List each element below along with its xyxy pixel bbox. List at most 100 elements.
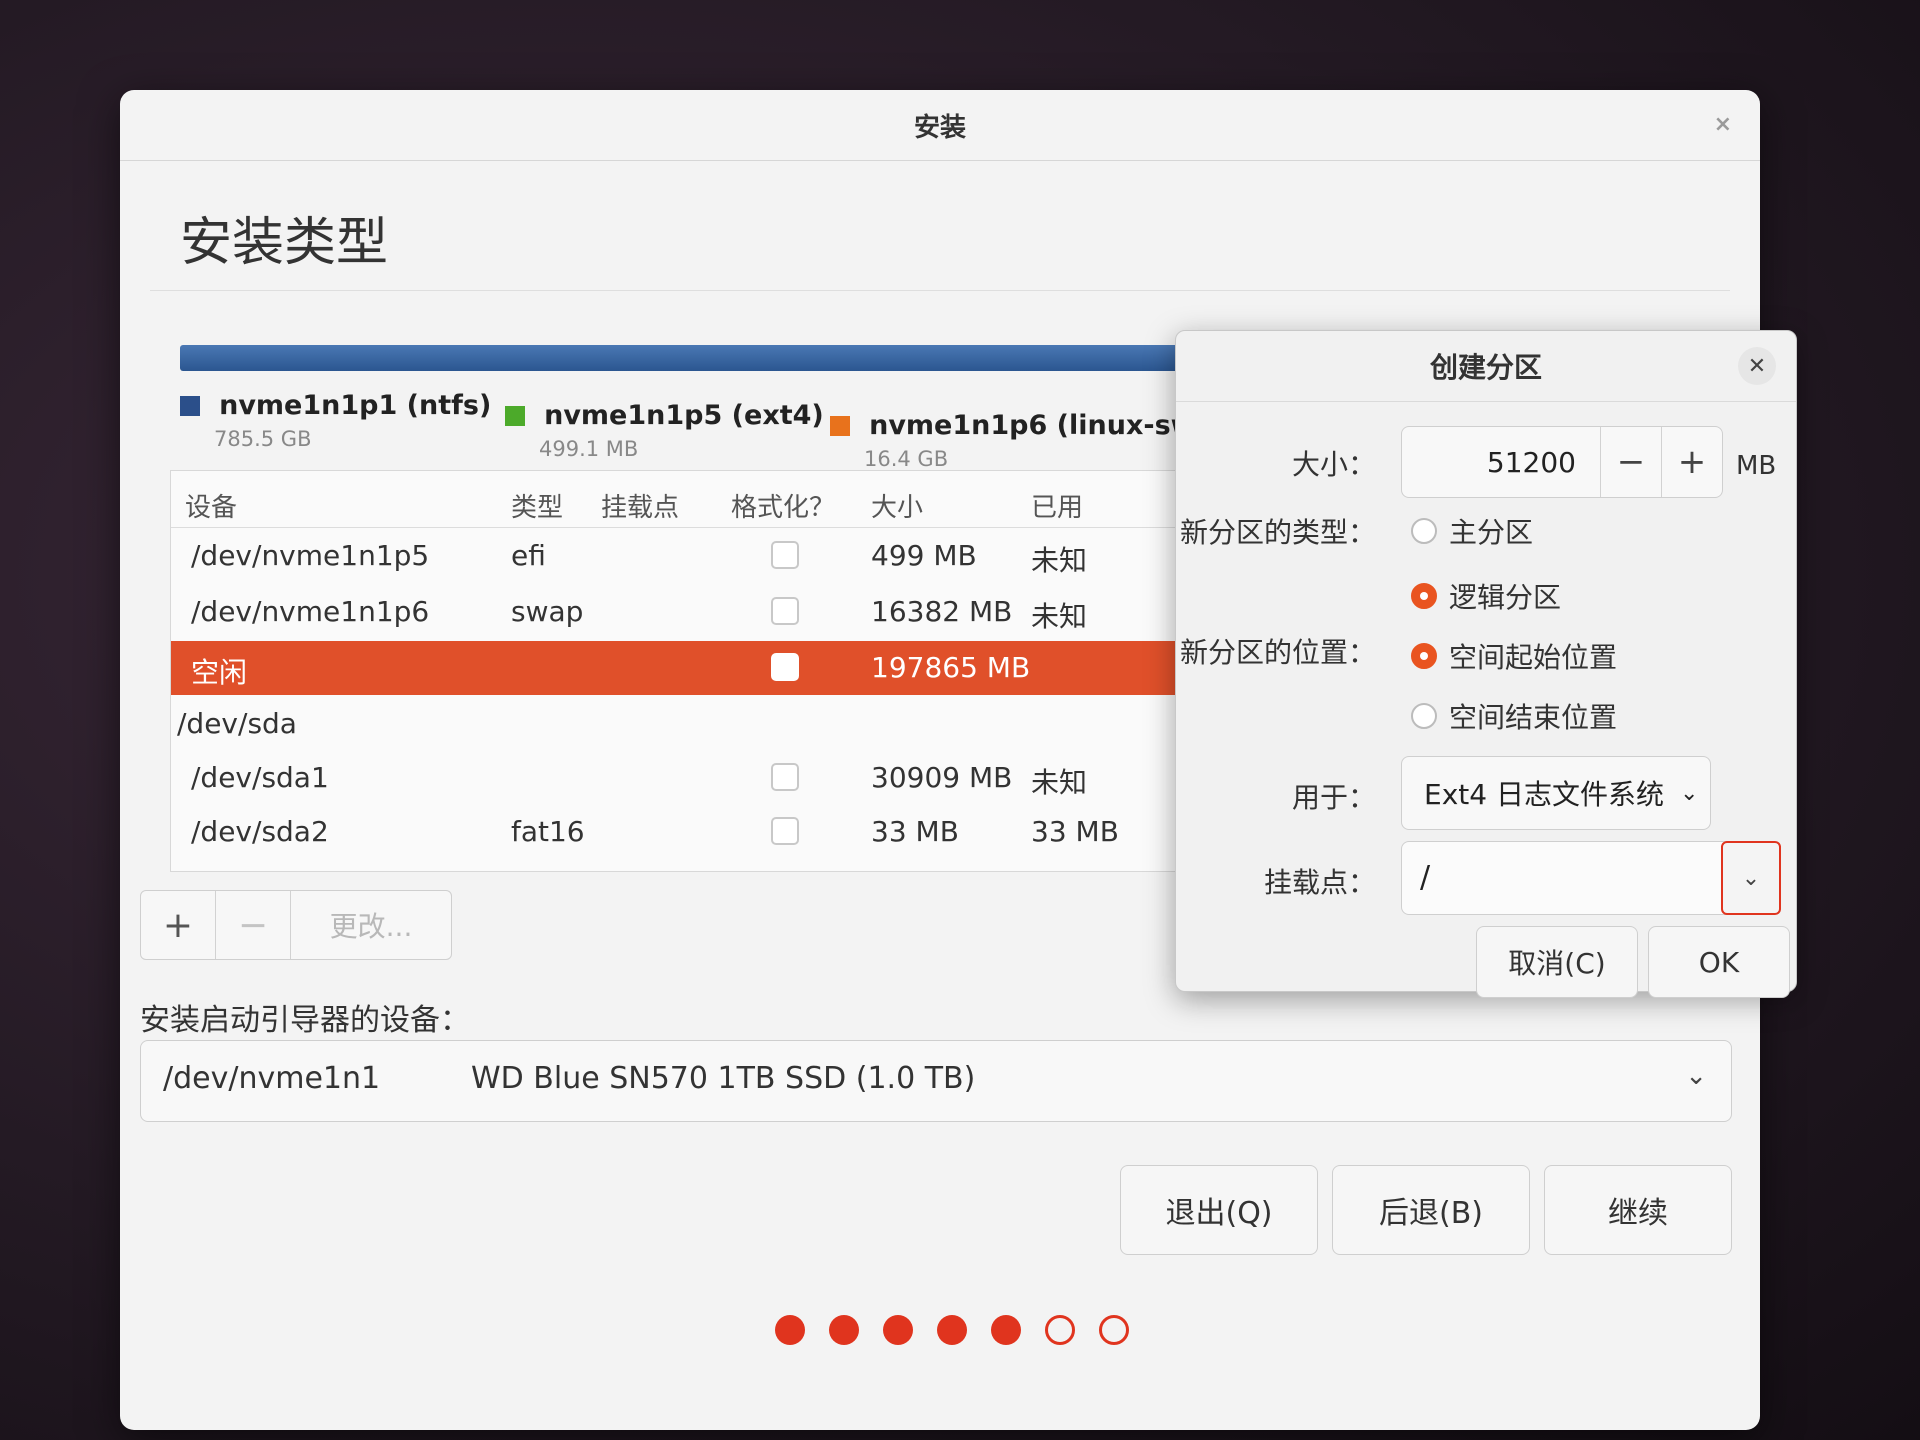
row-size: 33 MB: [871, 815, 959, 848]
bootloader-label: 安装启动引导器的设备：: [140, 1003, 470, 1038]
col-format[interactable]: 格式化？: [731, 487, 835, 524]
window-title: 安装: [913, 112, 966, 143]
use-as-select[interactable]: Ext4 日志文件系统 ⌄: [1401, 756, 1711, 830]
radio-label: 空间结束位置: [1449, 701, 1618, 734]
radio-logical[interactable]: 逻辑分区: [1411, 576, 1561, 616]
continue-button[interactable]: 继续: [1544, 1165, 1732, 1255]
row-used: 未知: [1031, 600, 1088, 633]
progress-dot-complete: [829, 1315, 859, 1345]
format-checkbox[interactable]: [771, 597, 799, 625]
radio-label: 空间起始位置: [1449, 641, 1618, 674]
decrement-button[interactable]: −: [1600, 427, 1661, 497]
row-size: 197865 MB: [871, 651, 1031, 684]
mount-point-combo: / ⌄: [1401, 841, 1781, 915]
size-input[interactable]: 51200: [1402, 427, 1600, 497]
legend-size: 785.5 GB: [214, 427, 312, 451]
row-type: fat16: [511, 815, 585, 848]
legend-item-swap: nvme1n1p6 (linux-swap 16.4 GB: [830, 410, 1233, 471]
chevron-down-icon: ⌄: [1685, 1061, 1707, 1091]
radio-icon: [1411, 703, 1437, 729]
col-mount[interactable]: 挂载点: [601, 487, 679, 524]
format-checkbox[interactable]: [771, 817, 799, 845]
bootloader-description: WD Blue SN570 1TB SSD (1.0 TB): [471, 1061, 976, 1096]
radio-label: 逻辑分区: [1449, 581, 1562, 614]
cancel-button[interactable]: 取消(C): [1476, 926, 1638, 998]
chevron-down-icon: ⌄: [1679, 780, 1699, 806]
divider: [150, 290, 1730, 291]
increment-button[interactable]: +: [1661, 427, 1722, 497]
legend-swatch: [830, 415, 850, 436]
remove-partition-button[interactable]: −: [216, 891, 291, 959]
row-size: 16382 MB: [871, 595, 1013, 628]
type-label: 新分区的类型：: [1179, 516, 1376, 549]
table-row[interactable]: /dev/nvme1n1p6 swap 16382 MB 未知: [171, 585, 1271, 639]
radio-icon: [1411, 583, 1437, 609]
dialog-titlebar: 创建分区 ✕: [1176, 331, 1796, 402]
row-device: /dev/sda2: [191, 815, 329, 848]
close-icon[interactable]: ×: [1714, 112, 1732, 137]
back-button[interactable]: 后退(B): [1332, 1165, 1530, 1255]
row-device: /dev/nvme1n1p6: [191, 595, 430, 628]
legend-name: nvme1n1p1 (ntfs): [219, 390, 492, 421]
partition-toolbar: + − 更改...: [140, 890, 452, 960]
legend-swatch: [180, 395, 200, 416]
change-partition-button[interactable]: 更改...: [291, 891, 451, 959]
table-row-selected[interactable]: 空闲 197865 MB: [171, 641, 1271, 695]
bootloader-select[interactable]: /dev/nvme1n1 WD Blue SN570 1TB SSD (1.0 …: [140, 1040, 1732, 1122]
row-size: 30909 MB: [871, 761, 1013, 794]
row-device: 空闲: [191, 656, 248, 689]
progress-dot-pending: [1099, 1315, 1129, 1345]
col-device[interactable]: 设备: [185, 487, 237, 524]
progress-dot-complete: [775, 1315, 805, 1345]
row-device: /dev/nvme1n1p5: [191, 539, 430, 572]
format-checkbox[interactable]: [771, 653, 799, 681]
chevron-down-icon[interactable]: ⌄: [1721, 841, 1781, 915]
partition-table: 设备 类型 挂载点 格式化？ 大小 已用 /dev/nvme1n1p5 efi …: [170, 470, 1272, 872]
format-checkbox[interactable]: [771, 541, 799, 569]
bootloader-device: /dev/nvme1n1: [163, 1061, 381, 1096]
row-type: efi: [511, 539, 546, 572]
mount-point-label: 挂载点：: [1263, 866, 1376, 899]
col-type[interactable]: 类型: [511, 487, 563, 524]
quit-button[interactable]: 退出(Q): [1120, 1165, 1318, 1255]
legend-item-ntfs: nvme1n1p1 (ntfs) 785.5 GB: [180, 390, 491, 451]
progress-dot-complete: [937, 1315, 967, 1345]
table-row[interactable]: /dev/sda2 fat16 33 MB 33 MB: [171, 805, 1271, 859]
ok-button[interactable]: OK: [1648, 926, 1790, 998]
use-as-value: Ext4 日志文件系统: [1424, 778, 1664, 811]
row-type: swap: [511, 595, 584, 628]
radio-location-end[interactable]: 空间结束位置: [1411, 696, 1617, 736]
table-row[interactable]: /dev/sda1 30909 MB 未知: [171, 751, 1271, 805]
progress-dot-complete: [991, 1315, 1021, 1345]
location-label: 新分区的位置：: [1179, 636, 1376, 669]
legend-name: nvme1n1p5 (ext4): [544, 400, 824, 431]
table-row[interactable]: /dev/nvme1n1p5 efi 499 MB 未知: [171, 529, 1271, 583]
radio-location-begin[interactable]: 空间起始位置: [1411, 636, 1617, 676]
create-partition-dialog: 创建分区 ✕ 大小： 51200 − + MB 新分区的类型： 主分区 逻辑分区…: [1175, 330, 1797, 998]
close-icon[interactable]: ✕: [1738, 347, 1776, 385]
legend-swatch: [505, 405, 525, 426]
row-device: /dev/sda: [177, 707, 297, 740]
titlebar: 安装 ×: [120, 90, 1760, 161]
col-used[interactable]: 已用: [1031, 487, 1083, 524]
size-unit: MB: [1736, 451, 1777, 481]
legend-item-ext4: nvme1n1p5 (ext4) 499.1 MB: [505, 400, 824, 461]
format-checkbox[interactable]: [771, 763, 799, 791]
radio-primary[interactable]: 主分区: [1411, 511, 1533, 551]
dialog-title: 创建分区: [1429, 351, 1542, 384]
page-title: 安装类型: [180, 213, 389, 273]
use-as-label: 用于：: [1291, 781, 1376, 814]
mount-point-input[interactable]: /: [1420, 860, 1430, 895]
col-size[interactable]: 大小: [871, 487, 923, 524]
row-size: 499 MB: [871, 539, 977, 572]
add-partition-button[interactable]: +: [141, 891, 216, 959]
table-row[interactable]: /dev/sda: [171, 697, 1271, 751]
legend-size: 499.1 MB: [539, 437, 639, 461]
progress-dot-pending: [1045, 1315, 1075, 1345]
size-label: 大小：: [1291, 448, 1376, 481]
size-stepper: 51200 − +: [1401, 426, 1723, 498]
row-device: /dev/sda1: [191, 761, 329, 794]
progress-dots: [775, 1315, 1129, 1345]
radio-icon: [1411, 518, 1437, 544]
radio-label: 主分区: [1449, 516, 1534, 549]
